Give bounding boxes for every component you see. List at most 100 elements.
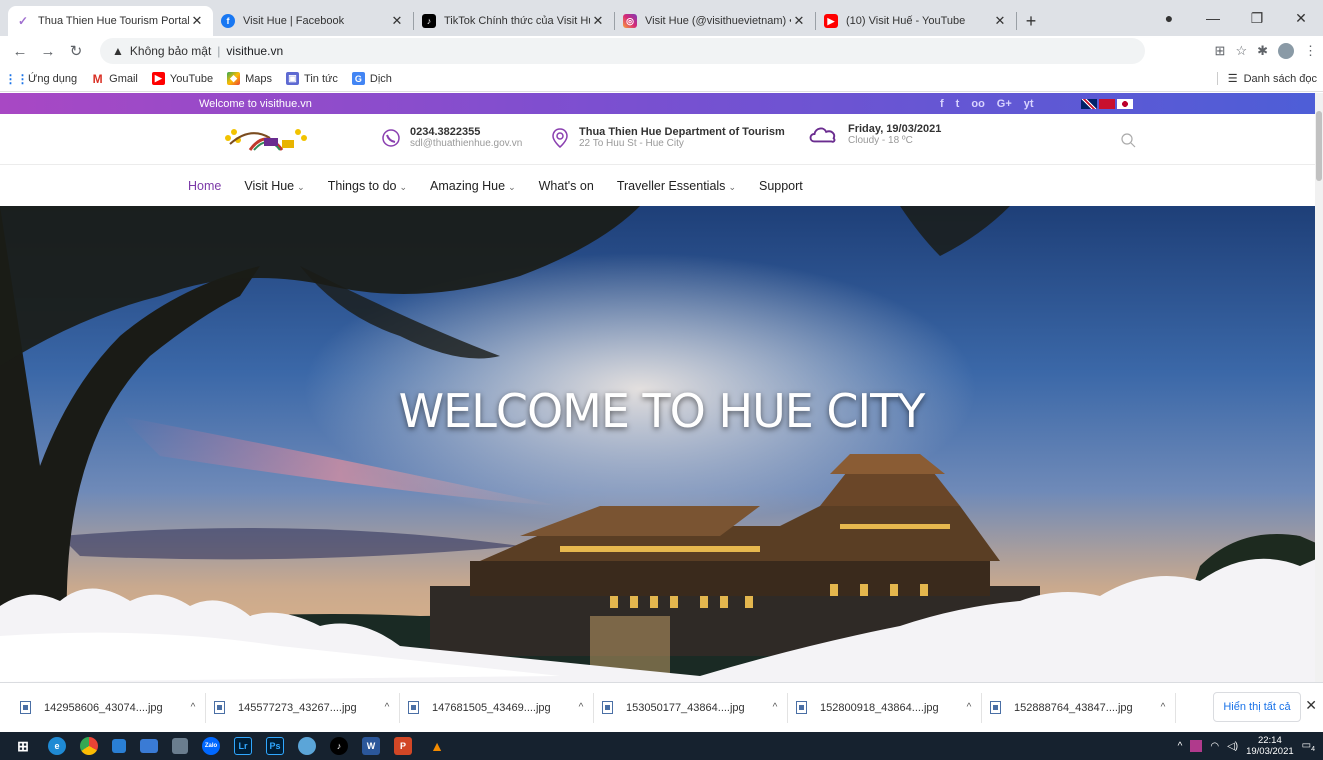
- clock[interactable]: 22:14 19/03/2021: [1246, 735, 1294, 757]
- youtube-icon[interactable]: yt: [1024, 98, 1034, 110]
- antivirus-icon[interactable]: [1190, 740, 1203, 752]
- chevron-down-icon: ⌄: [728, 182, 736, 192]
- minimize-icon[interactable]: —: [1191, 10, 1235, 26]
- image-file-icon: [990, 701, 1001, 714]
- download-filename: 152800918_43864....jpg: [820, 701, 939, 714]
- page-scrollbar[interactable]: [1315, 93, 1323, 682]
- google-plus-icon[interactable]: G+: [997, 98, 1012, 110]
- notification-icon[interactable]: ▭4: [1302, 740, 1315, 753]
- download-item[interactable]: 152800918_43864....jpg ^: [788, 692, 982, 723]
- apps-grid-icon: ⋮⋮: [4, 71, 29, 86]
- download-item[interactable]: 152888764_43847....jpg ^: [982, 692, 1176, 723]
- extensions-icon[interactable]: ✱: [1257, 43, 1268, 59]
- lightroom-icon[interactable]: Lr: [234, 737, 252, 755]
- tab-tiktok[interactable]: ♪ TikTok Chính thức của Visit Hue ( ✕: [414, 6, 614, 36]
- nav-things-to-do[interactable]: Things to do ⌄: [328, 179, 407, 193]
- windows-start-icon[interactable]: ⊞: [12, 737, 34, 755]
- email-address[interactable]: sdl@thuathienhue.gov.vn: [410, 138, 522, 149]
- download-item[interactable]: 145577273_43267....jpg ^: [206, 692, 400, 723]
- wifi-icon[interactable]: ◠: [1210, 741, 1219, 752]
- chevron-up-icon[interactable]: ^: [763, 702, 787, 713]
- nav-label: Support: [758, 179, 803, 193]
- warning-icon[interactable]: ▲: [112, 44, 124, 58]
- download-filename: 142958606_43074....jpg: [44, 701, 163, 714]
- chevron-up-icon[interactable]: ^: [1151, 702, 1175, 713]
- bookmark-maps[interactable]: ◆ Maps: [227, 72, 272, 85]
- reading-list-label: Danh sách đọc: [1243, 72, 1317, 85]
- chevron-up-icon[interactable]: ^: [957, 702, 981, 713]
- twitter-icon[interactable]: t: [956, 98, 960, 110]
- bookmark-news[interactable]: ▣ Tin tức: [286, 72, 338, 85]
- download-item[interactable]: 142958606_43074....jpg ^: [12, 692, 206, 723]
- browser-toolbar: ← → ↻ ▲ Không bảo mật | visithue.vn ⊞ ☆ …: [0, 36, 1323, 66]
- current-date: Friday, 19/03/2021: [848, 122, 942, 135]
- tab-facebook[interactable]: f Visit Hue | Facebook ✕: [213, 6, 413, 36]
- address-bar[interactable]: ▲ Không bảo mật | visithue.vn: [100, 38, 1145, 64]
- edge-icon[interactable]: e: [48, 737, 66, 755]
- search-icon[interactable]: [1120, 132, 1136, 148]
- globe-app-icon[interactable]: [298, 737, 316, 755]
- nav-traveller-essentials[interactable]: Traveller Essentials ⌄: [617, 179, 736, 193]
- close-tab-icon[interactable]: ✕: [389, 13, 405, 29]
- tiktok-icon[interactable]: ♪: [330, 737, 348, 755]
- nav-support[interactable]: Support: [759, 179, 803, 193]
- word-icon[interactable]: W: [362, 737, 380, 755]
- bookmark-translate[interactable]: G Dịch: [351, 72, 392, 85]
- nav-amazing-hue[interactable]: Amazing Hue ⌄: [430, 179, 516, 193]
- file-explorer-icon[interactable]: [140, 739, 158, 753]
- uk-flag-icon[interactable]: [1081, 98, 1097, 109]
- security-label[interactable]: Không bảo mật: [130, 44, 211, 58]
- phone-number[interactable]: 0234.3822355: [410, 126, 522, 138]
- bookmark-apps[interactable]: ⋮⋮ Ứng dụng: [4, 71, 78, 86]
- visithue-logo[interactable]: [220, 122, 312, 156]
- store-icon[interactable]: [172, 738, 188, 754]
- vlc-icon[interactable]: ▲: [426, 737, 448, 755]
- close-tab-icon[interactable]: ✕: [791, 13, 807, 29]
- powerpoint-icon[interactable]: P: [394, 737, 412, 755]
- download-item[interactable]: 153050177_43864....jpg ^: [594, 692, 788, 723]
- restore-icon[interactable]: ❐: [1235, 10, 1279, 27]
- close-tab-icon[interactable]: ✕: [590, 13, 606, 29]
- close-icon[interactable]: ✕: [1305, 697, 1317, 714]
- close-tab-icon[interactable]: ✕: [189, 13, 205, 29]
- nav-visit-hue[interactable]: Visit Hue ⌄: [244, 179, 304, 193]
- download-filename: 153050177_43864....jpg: [626, 701, 745, 714]
- menu-icon[interactable]: ⋮: [1304, 43, 1317, 59]
- reload-icon[interactable]: ↻: [64, 42, 88, 60]
- nav-whats-on[interactable]: What's on: [539, 179, 594, 193]
- tab-instagram[interactable]: ◎ Visit Hue (@visithuevietnam) • Â ✕: [615, 6, 815, 36]
- tripadvisor-icon[interactable]: oo: [971, 98, 984, 110]
- volume-icon[interactable]: ◁): [1227, 741, 1238, 752]
- chevron-up-icon[interactable]: ^: [1178, 741, 1183, 752]
- chevron-up-icon[interactable]: ^: [569, 702, 593, 713]
- chevron-up-icon[interactable]: ^: [181, 702, 205, 713]
- close-tab-icon[interactable]: ✕: [992, 13, 1008, 29]
- download-item[interactable]: 147681505_43469....jpg ^: [400, 692, 594, 723]
- media-player-icon[interactable]: [112, 739, 126, 753]
- avatar[interactable]: [1278, 43, 1294, 59]
- chevron-up-icon[interactable]: ^: [375, 702, 399, 713]
- korea-flag-icon[interactable]: [1099, 98, 1115, 109]
- photoshop-icon[interactable]: Ps: [266, 737, 284, 755]
- bookmark-star-icon[interactable]: ☆: [1235, 43, 1247, 59]
- translate-page-icon[interactable]: ⊞: [1215, 43, 1226, 59]
- new-tab-button[interactable]: +: [1017, 6, 1045, 36]
- facebook-icon[interactable]: f: [940, 98, 944, 110]
- nav-home[interactable]: Home: [188, 179, 221, 193]
- forward-icon[interactable]: →: [36, 43, 60, 60]
- profile-icon[interactable]: ●: [1147, 10, 1191, 26]
- scrollbar-thumb[interactable]: [1316, 111, 1322, 181]
- close-window-icon[interactable]: ✕: [1279, 10, 1323, 27]
- chrome-icon[interactable]: [80, 737, 98, 755]
- reading-list-button[interactable]: ☰ Danh sách đọc: [1216, 72, 1317, 85]
- bookmark-youtube[interactable]: ▶ YouTube: [151, 72, 213, 85]
- japan-flag-icon[interactable]: [1117, 98, 1133, 109]
- tab-youtube[interactable]: ▶ (10) Visit Huế - YouTube ✕: [816, 6, 1016, 36]
- bookmark-gmail[interactable]: M Gmail: [91, 72, 138, 86]
- zalo-icon[interactable]: Zalo: [202, 737, 220, 755]
- url-text[interactable]: visithue.vn: [226, 44, 283, 58]
- show-all-downloads-button[interactable]: Hiển thị tất cả: [1213, 692, 1301, 722]
- back-icon[interactable]: ←: [8, 43, 32, 60]
- tab-visithue[interactable]: ✓ Thua Thien Hue Tourism Portal ✕: [8, 6, 213, 36]
- toolbar-actions: ⊞ ☆ ✱ ⋮: [1215, 36, 1317, 66]
